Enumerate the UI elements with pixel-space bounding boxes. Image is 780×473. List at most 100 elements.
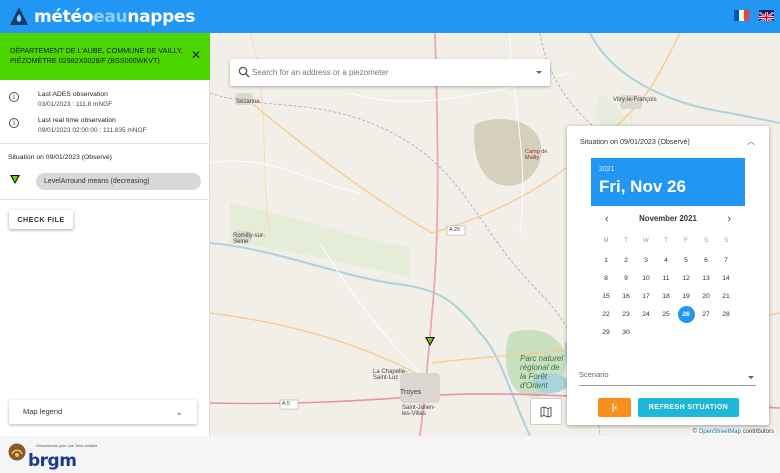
calendar-day[interactable]: 29 <box>598 324 615 341</box>
level-chip: LevelArround means (decreasing) <box>36 173 201 190</box>
calendar-day[interactable]: 28 <box>718 306 735 323</box>
calendar-day[interactable]: 10 <box>638 270 655 287</box>
level-triangle-icon <box>10 175 20 184</box>
calendar-day[interactable]: 20 <box>698 288 715 305</box>
calendar-day[interactable]: 22 <box>598 306 615 323</box>
brgm-logo[interactable]: Géosciences pour une Terre durable brgm <box>8 439 118 471</box>
chevron-up-icon[interactable]: ︿ <box>747 136 755 147</box>
weekday-label: F <box>684 238 688 244</box>
calendar-day[interactable]: 14 <box>718 270 735 287</box>
map-label-troyes: Troyes <box>400 389 422 396</box>
map-attribution: © OpenStreetMap contributors <box>690 429 776 435</box>
footer: Géosciences pour une Terre durable brgm <box>0 436 780 473</box>
search-icon <box>238 66 250 78</box>
calendar-day[interactable]: 2 <box>618 252 635 269</box>
search-input[interactable]: Search for an address or a piezometer <box>252 59 389 86</box>
check-file-button[interactable]: CHECK FILE <box>9 210 73 229</box>
dropdown-arrow-icon[interactable] <box>536 71 542 74</box>
calendar-day[interactable]: 6 <box>698 252 715 269</box>
station-sidebar: DÉPARTEMENT DE L'AUBE, COMMUNE DE VAILLY… <box>0 33 210 436</box>
calendar-day[interactable]: 19 <box>678 288 695 305</box>
station-header: DÉPARTEMENT DE L'AUBE, COMMUNE DE VAILLY… <box>0 33 210 80</box>
water-drop-icon <box>10 7 28 25</box>
piezometer-marker[interactable] <box>425 337 435 346</box>
info-icon: i <box>9 118 19 128</box>
last-realtime-label: Last real time observation <box>38 117 116 124</box>
weekday-label: T <box>624 238 628 244</box>
station-title: DÉPARTEMENT DE L'AUBE, COMMUNE DE VAILLY… <box>10 46 183 65</box>
divider <box>0 143 210 144</box>
situation-panel: Situation on 09/01/2023 (Observé) ︿ 2021… <box>567 126 769 425</box>
map-layers-button[interactable] <box>530 398 562 425</box>
calendar-day[interactable]: 17 <box>638 288 655 305</box>
calendar-day-selected[interactable]: 26 <box>677 306 695 323</box>
weekday-label: M <box>603 238 609 244</box>
calendar-day[interactable]: 18 <box>658 288 675 305</box>
app-title: météoeaunappes <box>34 7 196 27</box>
chevron-right-icon[interactable]: › <box>727 212 731 226</box>
map-label-la-chapelle: La Chapelle-Saint-Luc <box>373 369 408 381</box>
refresh-situation-button[interactable]: REFRESH SITUATION <box>638 398 739 417</box>
scenario-placeholder: Scenario <box>579 370 609 379</box>
calendar-nav: ‹ November 2021 › <box>591 212 745 226</box>
map-label-parc: Parc naturel régional de la Forêt d'Orie… <box>520 354 564 390</box>
calendar-day[interactable]: 4 <box>658 252 675 269</box>
last-realtime-observation: i Last real time observation 09/01/2023 … <box>0 114 210 140</box>
calendar-day[interactable]: 13 <box>698 270 715 287</box>
map-label-vitry: Vitry-le-François <box>613 97 657 103</box>
chevron-down-icon: ⌄ <box>175 407 183 417</box>
brgm-name: brgm <box>28 451 77 471</box>
dropdown-arrow-icon <box>748 376 754 379</box>
search-box[interactable]: Search for an address or a piezometer <box>230 59 550 86</box>
brgm-emblem-icon <box>8 443 26 461</box>
calendar-day[interactable]: 27 <box>698 306 715 323</box>
weekday-label: S <box>723 238 728 244</box>
weekday-label: T <box>664 238 668 244</box>
first-date-button[interactable]: |‹ <box>598 398 631 417</box>
map-label-a5: A 5 <box>282 401 290 407</box>
calendar-day[interactable]: 3 <box>638 252 655 269</box>
divider <box>0 199 210 200</box>
map-label-romilly: Romilly-sur-Seine <box>233 233 265 245</box>
calendar-day[interactable]: 1 <box>598 252 615 269</box>
map-label-saint-julien: Saint-Julien-les-Villas <box>402 405 436 417</box>
openstreetmap-link[interactable]: OpenStreetMap <box>699 429 741 435</box>
app-logo[interactable]: météoeaunappes <box>8 4 195 30</box>
calendar-month-label: November 2021 <box>639 214 697 223</box>
map-label-camp-mailly: Camp de Mailly <box>525 149 548 161</box>
weekday-label: S <box>703 238 708 244</box>
calendar-day[interactable]: 30 <box>618 324 635 341</box>
calendar-day[interactable]: 21 <box>718 288 735 305</box>
skip-previous-icon: |‹ <box>611 402 618 412</box>
english-flag-icon[interactable] <box>759 10 774 21</box>
calendar-day[interactable]: 5 <box>678 252 695 269</box>
calendar-day[interactable]: 11 <box>658 270 675 287</box>
map-label-a26: A 26 <box>449 227 461 233</box>
brgm-tagline: Géosciences pour une Terre durable <box>36 444 98 448</box>
close-icon[interactable]: ✕ <box>191 49 201 61</box>
info-icon: i <box>9 92 19 102</box>
calendar-selected-date: Fri, Nov 26 <box>599 177 686 196</box>
last-ades-observation: i Last ADES observation 03/01/2023 : 111… <box>0 88 210 114</box>
app-header: météoeaunappes <box>0 0 780 33</box>
scenario-select[interactable]: Scenario <box>579 370 756 386</box>
weekday-label: W <box>643 238 649 244</box>
calendar-day[interactable]: 23 <box>618 306 635 323</box>
calendar-day[interactable]: 8 <box>598 270 615 287</box>
situation-label: Situation on 09/01/2023 (Observé) <box>8 154 112 161</box>
calendar-day[interactable]: 7 <box>718 252 735 269</box>
calendar-day[interactable]: 25 <box>658 306 675 323</box>
calendar-day[interactable]: 9 <box>618 270 635 287</box>
calendar-day[interactable]: 15 <box>598 288 615 305</box>
map-legend-label: Map legend <box>23 407 63 416</box>
french-flag-icon[interactable] <box>734 10 749 21</box>
last-ades-label: Last ADES observation <box>38 91 108 98</box>
calendar-day[interactable]: 24 <box>638 306 655 323</box>
map-icon <box>540 406 552 418</box>
map-label-sezanne: Sézanne <box>236 99 260 105</box>
calendar-day[interactable]: 16 <box>618 288 635 305</box>
calendar-header: 2021 Fri, Nov 26 <box>591 158 745 206</box>
calendar-day[interactable]: 12 <box>678 270 695 287</box>
map-legend-button[interactable]: Map legend ⌄ <box>9 400 197 424</box>
calendar-year[interactable]: 2021 <box>599 166 615 173</box>
